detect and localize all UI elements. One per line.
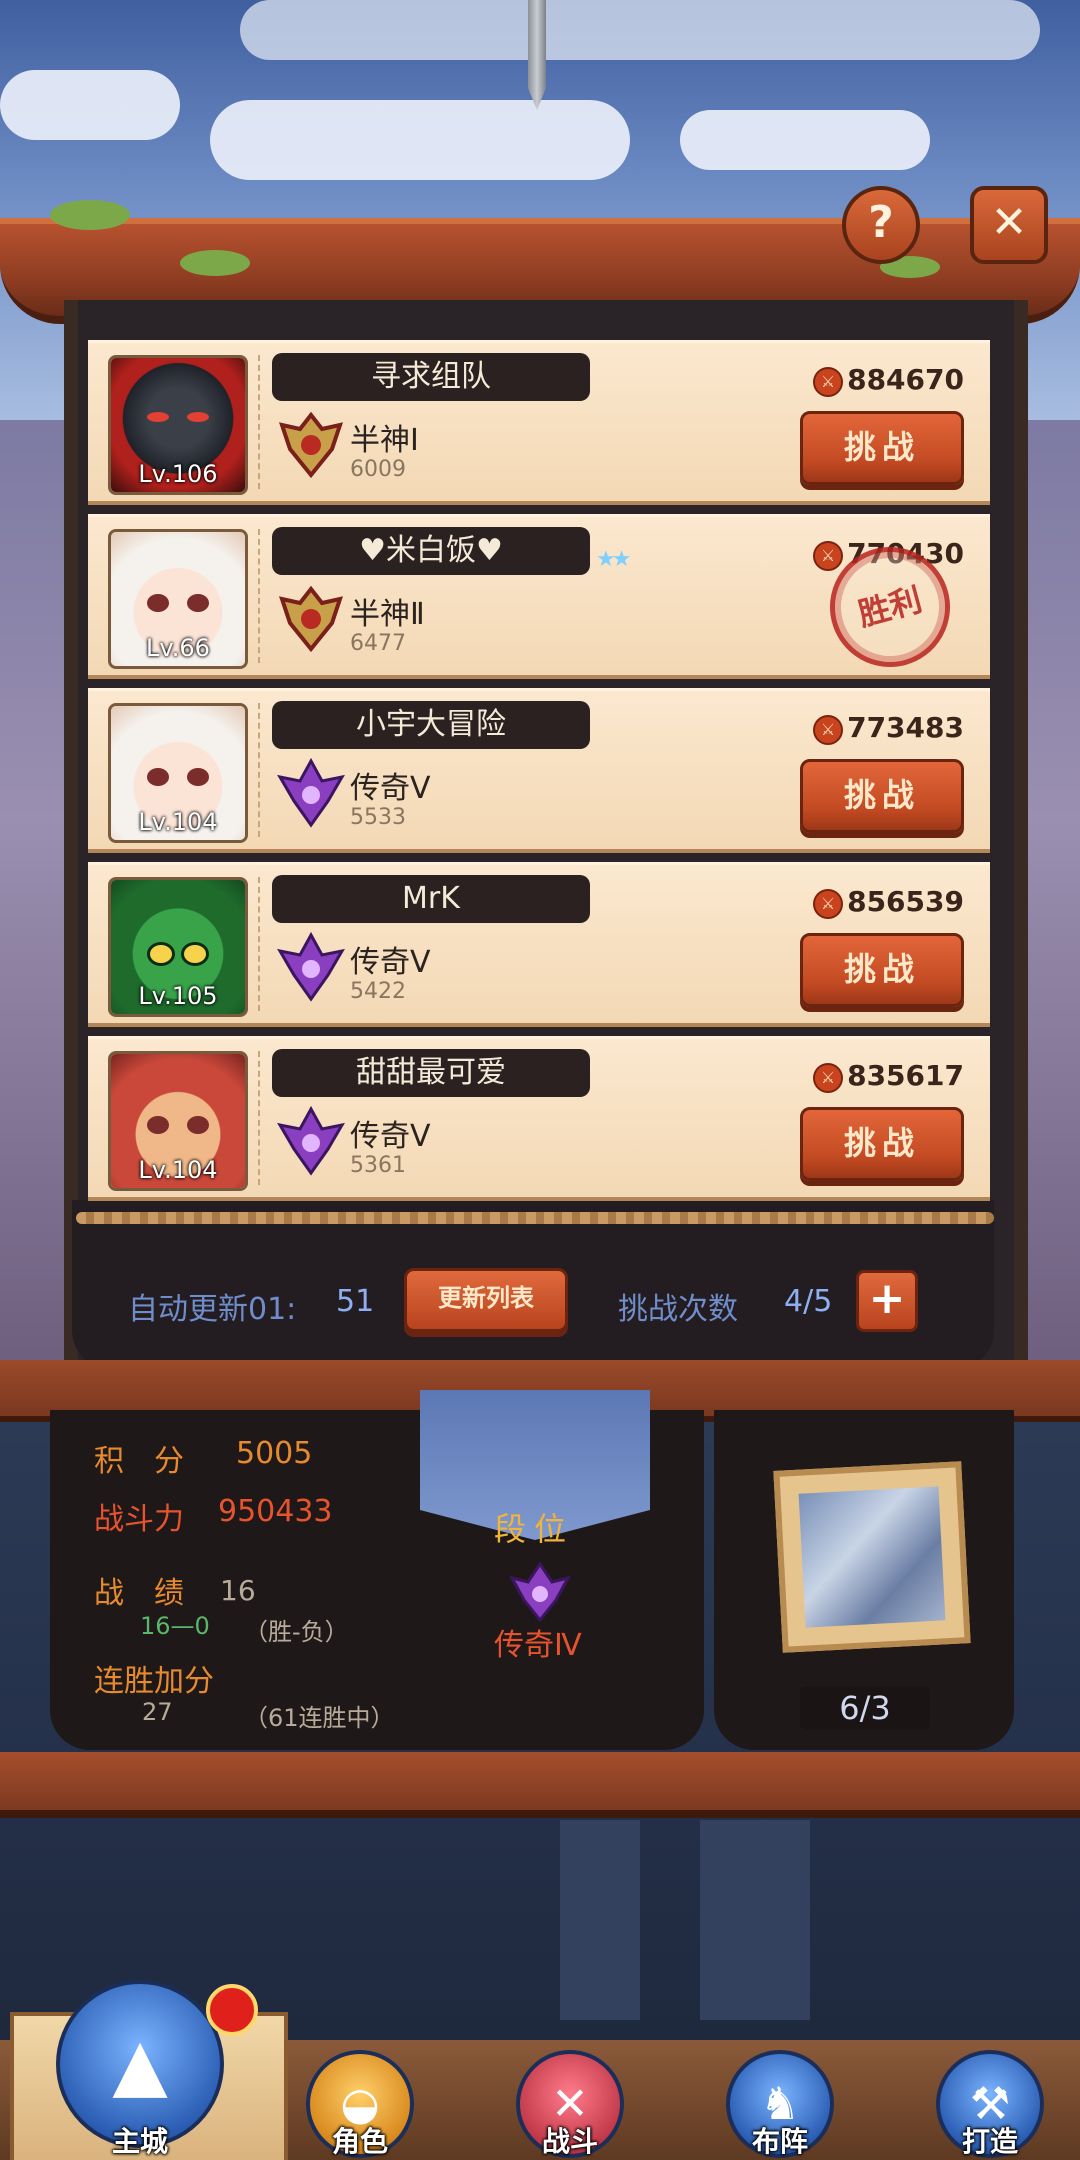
nav-label: 布阵: [751, 2125, 808, 2158]
trophy-count: 6/3: [800, 1686, 930, 1730]
combat-power-value: 884670: [847, 363, 964, 396]
cloud: [210, 100, 630, 180]
challenge-count-value: 4/5: [784, 1284, 833, 1319]
cloud: [680, 110, 930, 170]
combat-power-icon: ⚔: [813, 541, 844, 571]
streak-hint: （61连胜中）: [244, 1704, 395, 1732]
player-level: Lv.104: [138, 808, 218, 836]
combat-power: ⚔ 856539: [813, 885, 964, 919]
combat-power-value: 773483: [847, 711, 964, 744]
streak-bonus-value: 27: [142, 1698, 173, 1726]
player-name: 寻求组队: [272, 353, 590, 401]
nav-label: 打造: [961, 2125, 1018, 2158]
legend-rank-icon: [277, 931, 345, 1002]
nav-item-2[interactable]: ✕ 战斗: [500, 2050, 640, 2160]
legend-rank-icon: [277, 1105, 345, 1176]
player-avatar[interactable]: Lv.104: [108, 1051, 248, 1191]
leaf-decoration: [180, 250, 250, 276]
cloud: [0, 70, 180, 140]
legend-rank-icon: [509, 1561, 571, 1623]
arena-screen: ? ✕ Lv.106 寻求组队 半神Ⅰ 6009 ⚔ 884670 挑战 Lv.66 ♥米白饭♥…: [0, 0, 1080, 2160]
rank-score: 6477: [350, 631, 406, 656]
opponent-row: Lv.104 小宇大冒险传奇Ⅴ 5533 ⚔ 773483 挑战: [88, 688, 990, 849]
close-icon[interactable]: ✕: [970, 186, 1048, 264]
record-label: 战 绩: [94, 1576, 184, 1611]
score-value: 5005: [236, 1436, 313, 1471]
rank-score: 5422: [350, 979, 406, 1004]
nav-item-4[interactable]: ⚒ 打造: [920, 2050, 1060, 2160]
rank-name: 传奇Ⅴ: [350, 1119, 431, 1154]
challenge-button[interactable]: 挑战: [800, 411, 964, 485]
refresh-list-button[interactable]: 更新列表: [404, 1268, 568, 1332]
rank-score: 5361: [350, 1153, 406, 1178]
record-value: 16: [220, 1574, 256, 1607]
question-icon[interactable]: ?: [842, 186, 920, 264]
player-level: Lv.106: [138, 460, 218, 488]
rank-title: 段位: [494, 1510, 575, 1548]
nav-label: 角色: [331, 2125, 388, 2158]
star-icon: ★★: [596, 547, 632, 572]
player-level: Lv.104: [138, 1156, 218, 1184]
player-name: ♥米白饭♥: [272, 527, 590, 575]
rope-divider: [76, 1212, 994, 1224]
combat-power: ⚔ 773483: [813, 711, 964, 745]
record-detail: 16—0: [140, 1612, 210, 1640]
leaf-decoration: [50, 200, 130, 230]
opponent-row: Lv.105 MrK 传奇Ⅴ 5422 ⚔ 856539 挑战: [88, 862, 990, 1023]
challenge-button[interactable]: 挑战: [800, 759, 964, 833]
notification-badge: [206, 1984, 258, 2036]
add-challenge-button[interactable]: +: [856, 1270, 918, 1332]
legend-rank-icon: [277, 757, 345, 828]
nav-label: 主城: [111, 2125, 168, 2158]
player-name: MrK: [272, 875, 590, 923]
player-avatar[interactable]: Lv.106: [108, 355, 248, 495]
player-avatar[interactable]: Lv.66: [108, 529, 248, 669]
player-level: Lv.66: [146, 634, 210, 662]
player-avatar[interactable]: Lv.105: [108, 877, 248, 1017]
opponent-row: Lv.66 ♥米白饭♥ ★★ 半神Ⅱ 6477 ⚔ 770430 胜利: [88, 514, 990, 681]
combat-power: ⚔ 884670: [813, 363, 964, 397]
demigod-rank-icon: [278, 585, 344, 653]
pillar: [700, 1820, 810, 2020]
auto-refresh-label: 自动更新01:: [128, 1292, 297, 1327]
streak-bonus-label: 连胜加分: [94, 1664, 214, 1699]
combat-power-label: 战斗力: [94, 1502, 184, 1537]
opponent-row: Lv.104 甜甜最可爱传奇Ⅴ 5361 ⚔ 835617 挑战: [88, 1036, 990, 1197]
opponent-row: Lv.106 寻求组队半神Ⅰ 6009 ⚔ 884670 挑战: [88, 340, 990, 501]
combat-power-value: 835617: [847, 1059, 964, 1092]
combat-power-icon: ⚔: [813, 715, 844, 745]
challenge-button[interactable]: 挑战: [800, 933, 964, 1007]
rank-score: 5533: [350, 805, 406, 830]
auto-refresh-countdown: 51: [336, 1284, 375, 1319]
rank-name: 半神Ⅰ: [350, 423, 419, 458]
combat-power: ⚔ 835617: [813, 1059, 964, 1093]
bottom-wooden-beam: [0, 1752, 1080, 1818]
player-level: Lv.105: [138, 982, 218, 1010]
rank-name: 传奇Ⅴ: [350, 945, 431, 980]
combat-power-icon: ⚔: [813, 367, 844, 397]
combat-power-icon: ⚔: [813, 1063, 844, 1093]
rank-name: 传奇Ⅳ: [494, 1628, 582, 1663]
combat-power-value: 950433: [218, 1494, 333, 1529]
player-name: 甜甜最可爱: [272, 1049, 590, 1097]
nav-item-3[interactable]: ♞ 布阵: [710, 2050, 850, 2160]
score-label: 积 分: [94, 1444, 184, 1479]
challenge-count-label: 挑战次数: [618, 1292, 738, 1327]
sword-decoration: [528, 0, 546, 110]
challenge-button[interactable]: 挑战: [800, 1107, 964, 1181]
combat-power-value: 856539: [847, 885, 964, 918]
rank-score: 6009: [350, 457, 406, 482]
player-avatar[interactable]: Lv.104: [108, 703, 248, 843]
nav-label: 战斗: [541, 2125, 598, 2158]
pillar: [560, 1820, 640, 2020]
player-name: 小宇大冒险: [272, 701, 590, 749]
rank-name: 传奇Ⅴ: [350, 771, 431, 806]
record-hint: （胜-负）: [244, 1618, 349, 1646]
cloud: [240, 0, 1040, 60]
nav-item-1[interactable]: ◒ 角色: [290, 2050, 430, 2160]
combat-power-icon: ⚔: [813, 889, 844, 919]
rank-name: 半神Ⅱ: [350, 597, 425, 632]
demigod-rank-icon: [278, 411, 344, 479]
trophy-chest[interactable]: [773, 1461, 971, 1653]
